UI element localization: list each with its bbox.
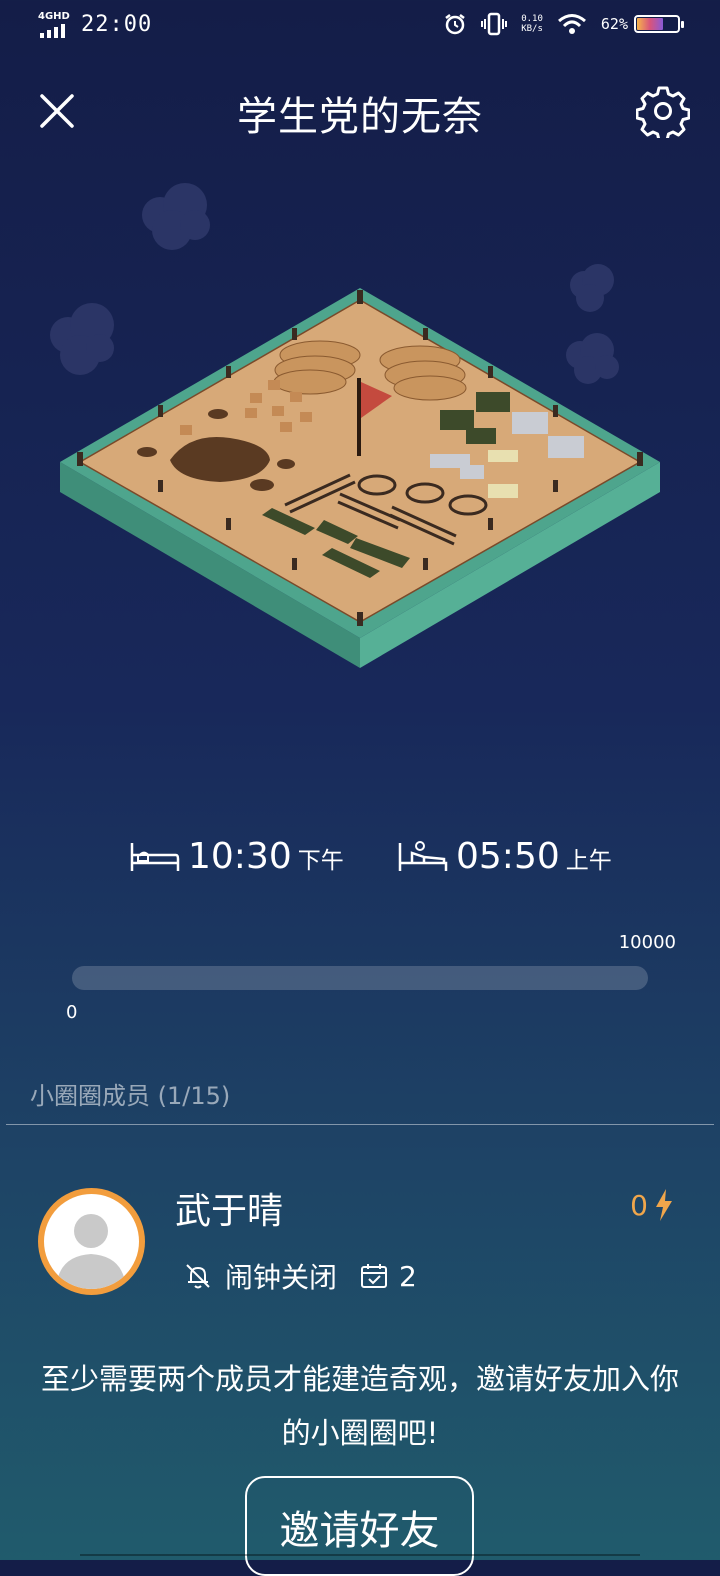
battery-icon — [634, 15, 684, 33]
header: 学生党的无奈 — [0, 80, 720, 140]
island-scene — [50, 183, 660, 668]
page-title: 学生党的无奈 — [237, 94, 483, 140]
invite-friends-button[interactable]: 邀请好友 — [245, 1476, 474, 1576]
checkin-value: 2 — [399, 1259, 417, 1293]
battery-percent: 62% — [600, 15, 628, 33]
vibrate-icon — [481, 12, 508, 36]
waketime-ampm: 上午 — [565, 848, 612, 874]
network-type: 4GHD — [38, 11, 70, 22]
bed-icon — [130, 842, 180, 871]
speed-value: 0.10 — [521, 14, 543, 24]
invite-message: 至少需要两个成员才能建造奇观，邀请好友加入你的小圈圈吧! — [40, 1362, 679, 1450]
progress-min-label: 0 — [66, 1002, 78, 1023]
divider — [6, 1124, 714, 1125]
bell-off-icon — [186, 1264, 210, 1289]
member-row[interactable]: 武于晴 闹钟关闭 2 0 — [0, 1180, 720, 1310]
speed-unit: KB/s — [521, 24, 543, 34]
bedtime-ampm: 下午 — [297, 848, 344, 874]
avatar[interactable] — [38, 1188, 145, 1295]
members-section-label: 小圈圈成员 (1/15) — [30, 1076, 230, 1111]
signal-icon — [40, 24, 65, 38]
battery-indicator: 62% — [600, 15, 684, 33]
energy-value: 0 — [630, 1188, 648, 1222]
wifi-icon — [557, 14, 586, 34]
alarm-status: 闹钟关闭 — [225, 1261, 338, 1294]
progress-max-label: 10000 — [618, 932, 676, 953]
network-speed: 0.10 KB/s — [521, 14, 543, 34]
waketime-value: 05:50 — [456, 836, 560, 877]
calendar-check-icon — [361, 1264, 388, 1288]
status-bar: 4GHD 22:00 0.10 KB/s 62% — [0, 0, 720, 52]
wake-icon — [398, 840, 448, 871]
waketime[interactable]: 05:50 上午 — [398, 836, 612, 877]
lightning-icon — [656, 1189, 672, 1221]
bottom-divider — [80, 1554, 640, 1556]
status-time: 22:00 — [81, 12, 153, 37]
bedtime-value: 10:30 — [188, 836, 292, 877]
alarm-clock-icon — [445, 14, 465, 35]
progress-bar — [72, 966, 648, 990]
default-avatar-icon — [56, 1214, 126, 1289]
member-name: 武于晴 — [175, 1191, 284, 1232]
sleep-times: 10:30 下午 05:50 上午 — [0, 836, 720, 886]
members-label-text: 小圈圈成员 — [30, 1082, 150, 1110]
energy-count: 0 — [630, 1188, 674, 1222]
members-count: (1/15) — [157, 1082, 231, 1110]
checkin-count: 2 — [359, 1260, 417, 1293]
settings-icon[interactable] — [636, 84, 690, 138]
member-status: 闹钟关闭 2 — [183, 1256, 417, 1296]
bedtime[interactable]: 10:30 下午 — [130, 836, 344, 877]
